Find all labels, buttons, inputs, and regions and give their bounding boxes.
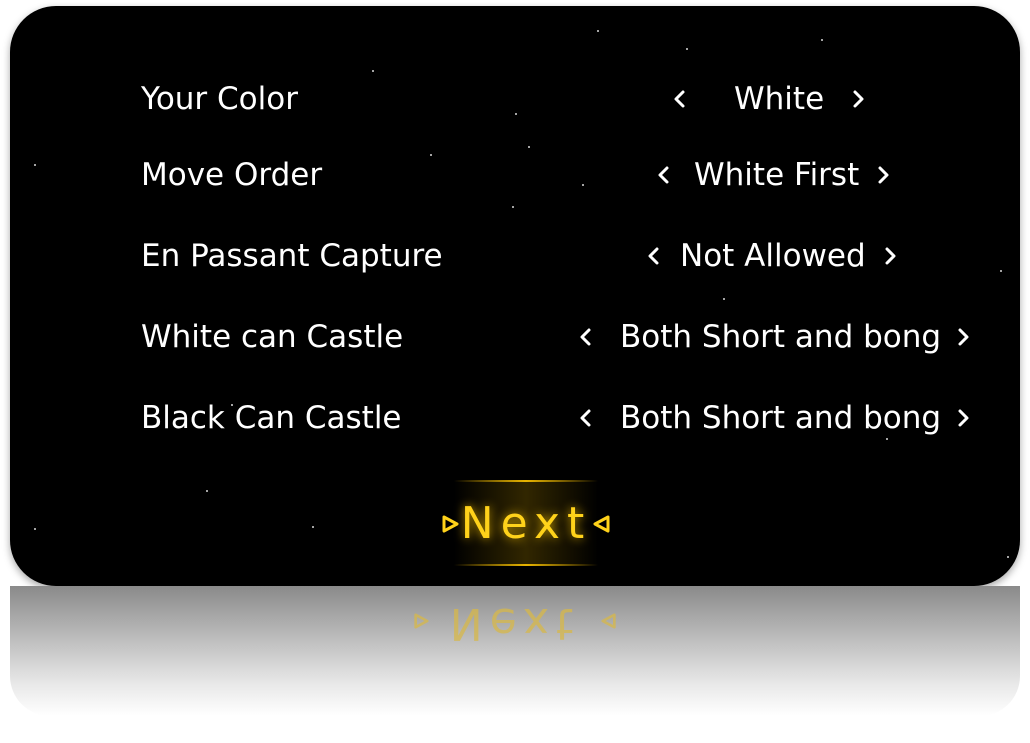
chevron-right-icon[interactable] [953, 393, 973, 443]
your-color-selector: White [670, 74, 868, 124]
panel-reflection: Next [10, 586, 1020, 716]
star-decoration [821, 39, 823, 41]
chevron-right-icon[interactable] [953, 312, 973, 362]
setting-row-en-passant: En Passant Capture Not Allowed [10, 231, 1020, 281]
setting-label: Move Order [141, 157, 323, 193]
star-decoration [686, 48, 688, 50]
chevron-left-icon[interactable] [644, 231, 664, 281]
next-top-line [454, 480, 598, 482]
your-color-value: White [734, 81, 825, 117]
setting-label: White can Castle [141, 319, 404, 355]
chevron-right-icon[interactable] [873, 150, 893, 200]
black-castle-value: Both Short and bong [620, 400, 942, 436]
star-decoration [34, 528, 36, 530]
star-decoration [372, 70, 374, 72]
chevron-left-icon[interactable] [670, 74, 690, 124]
setting-label: Your Color [141, 81, 298, 117]
next-bottom-line [454, 564, 598, 566]
star-decoration [723, 298, 725, 300]
chevron-left-icon[interactable] [576, 393, 596, 443]
chevron-left-icon[interactable] [576, 312, 596, 362]
settings-panel: Your Color White Move Order White First … [10, 6, 1020, 586]
next-reflection-label: Next [449, 598, 581, 649]
star-decoration [528, 146, 530, 148]
chevron-right-icon[interactable] [848, 74, 868, 124]
star-decoration [512, 206, 514, 208]
white-castle-value: Both Short and bong [620, 319, 942, 355]
next-button-label: Next [460, 497, 592, 549]
setting-row-black-castle: Black Can Castle Both Short and bong [10, 393, 1020, 443]
setting-row-your-color: Your Color White [10, 74, 1020, 124]
chevron-left-icon[interactable] [654, 150, 674, 200]
star-decoration [312, 526, 314, 528]
move-order-value: White First [694, 157, 860, 193]
chevron-right-icon[interactable] [880, 231, 900, 281]
setting-row-move-order: Move Order White First [10, 150, 1020, 200]
triangle-left-icon [593, 515, 611, 533]
star-decoration [597, 30, 599, 32]
next-button[interactable]: Next [442, 480, 610, 566]
setting-label: En Passant Capture [141, 238, 443, 274]
black-castle-selector: Both Short and bong [576, 393, 973, 443]
en-passant-selector: Not Allowed [644, 231, 900, 281]
next-reflection: Next [10, 598, 1020, 649]
white-castle-selector: Both Short and bong [576, 312, 973, 362]
setting-label: Black Can Castle [141, 400, 402, 436]
star-decoration [1007, 556, 1009, 558]
setting-row-white-castle: White can Castle Both Short and bong [10, 312, 1020, 362]
move-order-selector: White First [654, 150, 893, 200]
triangle-right-icon [441, 515, 459, 533]
en-passant-value: Not Allowed [680, 238, 866, 274]
star-decoration [206, 490, 208, 492]
